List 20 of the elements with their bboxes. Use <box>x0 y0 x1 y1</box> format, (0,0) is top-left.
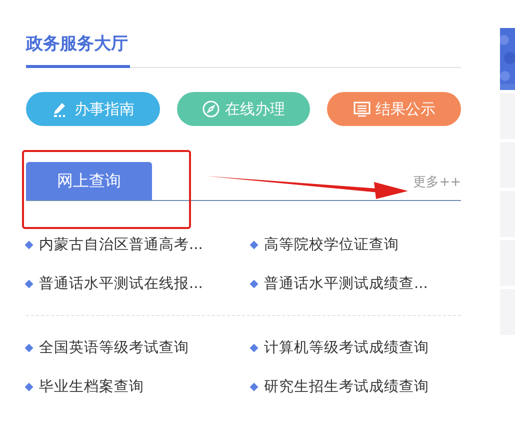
list-icon <box>352 100 371 118</box>
query-link[interactable]: 研究生招生考试成绩查询 <box>264 377 429 396</box>
section-title: 政务服务大厅 <box>26 32 130 68</box>
bullet-icon <box>24 343 34 352</box>
query-link[interactable]: 普通话水平测试在线报... <box>39 274 203 293</box>
query-link[interactable]: 内蒙古自治区普通高考... <box>39 235 203 254</box>
query-link[interactable]: 普通话水平测试成绩查... <box>264 274 428 293</box>
query-link[interactable]: 计算机等级考试成绩查询 <box>264 338 429 357</box>
bullet-icon <box>24 279 34 288</box>
bullet-icon <box>250 382 258 391</box>
bullet-icon <box>250 240 258 249</box>
bullet-icon <box>250 343 258 352</box>
compass-icon <box>202 100 220 118</box>
query-link[interactable]: 毕业生档案查询 <box>39 377 144 396</box>
bullet-icon <box>250 279 258 288</box>
bullet-icon <box>24 240 34 249</box>
query-link[interactable]: 全国英语等级考试查询 <box>39 338 189 357</box>
query-link[interactable]: 高等院校学位证查询 <box>264 235 399 254</box>
bullet-icon <box>24 382 34 391</box>
tab[interactable]: 网上查询 <box>26 162 152 200</box>
